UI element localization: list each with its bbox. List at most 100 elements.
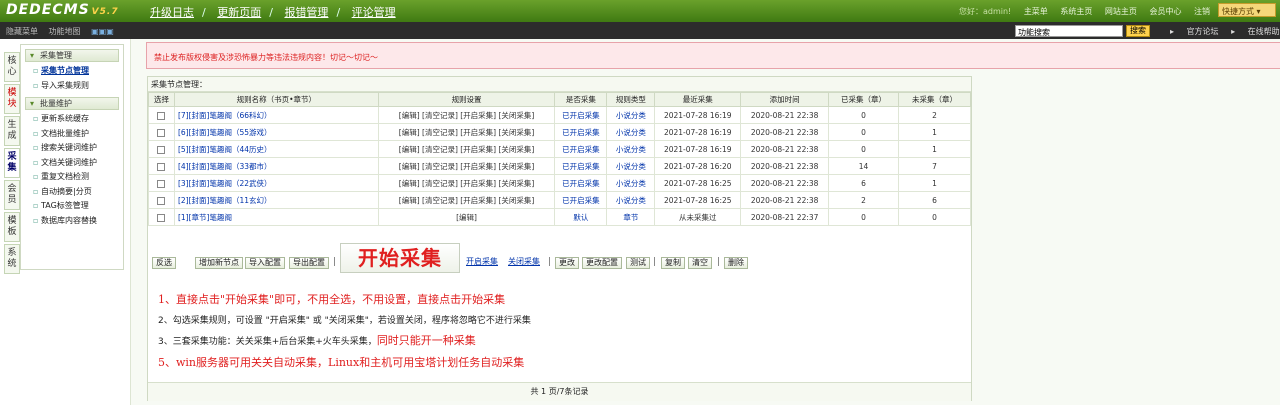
menu-group-collect[interactable]: 采集管理	[25, 49, 119, 62]
collected-count: 0	[828, 106, 899, 124]
link-site-home[interactable]: 网站主页	[1105, 7, 1137, 16]
add-node-button[interactable]: 增加新节点	[195, 257, 243, 269]
row-checkbox[interactable]	[148, 191, 175, 209]
function-search-input[interactable]: 功能搜索	[1015, 25, 1123, 37]
invert-select-button[interactable]: 反选	[152, 257, 176, 269]
side-menu: 采集管理 采集节点管理 导入采集规则 批量维护 更新系统缓存 文档批量维护 搜索…	[20, 44, 124, 270]
action-bar: 反选 增加新节点 导入配置 导出配置 | 开始采集 开启采集 关闭采集 | 更改…	[150, 243, 970, 273]
hide-menu-button[interactable]: 隐藏菜单	[6, 27, 38, 36]
table-row[interactable]: [7][封面]笔趣阁（66科幻） [编辑] [清空记录] [开启采集] [关闭采集…	[148, 106, 971, 124]
row-checkbox[interactable]	[148, 208, 175, 226]
enable-collect-button[interactable]: 开启采集	[463, 257, 501, 269]
row-checkbox-box[interactable]	[157, 162, 166, 171]
row-checkbox-box[interactable]	[157, 213, 166, 222]
rule-name-link[interactable]: [2][封面]笔趣阁（11玄幻）	[173, 191, 379, 209]
nav-comment-manage[interactable]: 评论管理	[352, 6, 396, 19]
divider: |	[333, 257, 337, 267]
nav-upgrade-log[interactable]: 升级日志	[150, 6, 194, 19]
online-help-link[interactable]: ▸ 在线帮助	[1231, 27, 1280, 36]
added-time: 2020-08-21 22:37	[740, 208, 830, 226]
menu-item-update-cache[interactable]: 更新系统缓存	[21, 112, 123, 127]
menu-item-duplicate-check[interactable]: 重复文档检测	[21, 170, 123, 185]
table-row[interactable]: [1][章节]笔趣阁 [编辑] 默认 章节 从未采集过 2020-08-21 22:37 0…	[148, 208, 971, 226]
link-main-menu[interactable]: 主菜单	[1024, 7, 1048, 16]
start-collect-button[interactable]: 开始采集	[340, 243, 460, 273]
test-button[interactable]: 测试	[626, 257, 650, 269]
link-logout[interactable]: 注销	[1194, 7, 1210, 16]
modify-config-button[interactable]: 更改配置	[582, 257, 622, 269]
layout-icons[interactable]: ▣▣▣	[91, 27, 114, 36]
rule-setting-links[interactable]: [编辑] [清空记录] [开启采集] [关闭采集]	[377, 123, 556, 141]
rule-setting-links[interactable]: [编辑] [清空记录] [开启采集] [关闭采集]	[377, 191, 556, 209]
modify-button[interactable]: 更改	[555, 257, 579, 269]
import-config-button[interactable]: 导入配置	[245, 257, 285, 269]
tab-template[interactable]: 模板	[4, 212, 20, 242]
tab-collect[interactable]: 采集	[4, 148, 20, 178]
tab-member[interactable]: 会员	[4, 180, 20, 210]
menu-item-search-keyword[interactable]: 搜索关键词维护	[21, 141, 123, 156]
collect-status: 已开启采集	[554, 157, 608, 175]
export-config-button[interactable]: 导出配置	[289, 257, 329, 269]
rule-setting-links[interactable]: [编辑] [清空记录] [开启采集] [关闭采集]	[377, 157, 556, 175]
row-checkbox-box[interactable]	[157, 111, 166, 120]
row-checkbox[interactable]	[148, 140, 175, 158]
tab-module[interactable]: 模块	[4, 84, 20, 114]
clear-button[interactable]: 清空	[688, 257, 712, 269]
link-system-home[interactable]: 系统主页	[1060, 7, 1092, 16]
row-checkbox-box[interactable]	[157, 196, 166, 205]
table-row[interactable]: [6][封面]笔趣阁（55游戏） [编辑] [清空记录] [开启采集] [关闭采集…	[148, 123, 971, 141]
divider: |	[653, 257, 657, 267]
table-row[interactable]: [5][封面]笔趣阁（44历史） [编辑] [清空记录] [开启采集] [关闭采集…	[148, 140, 971, 158]
menu-item-doc-batch[interactable]: 文档批量维护	[21, 127, 123, 142]
menu-item-tag-manage[interactable]: TAG标签管理	[21, 199, 123, 214]
rule-setting-links[interactable]: [编辑]	[377, 208, 556, 226]
collected-count: 0	[828, 123, 899, 141]
rule-name-link[interactable]: [4][封面]笔趣阁（33都市）	[173, 157, 379, 175]
link-member-center[interactable]: 会员中心	[1149, 7, 1181, 16]
rule-name-link[interactable]: [1][章节]笔趣阁	[173, 208, 379, 226]
added-time: 2020-08-21 22:38	[740, 123, 830, 141]
delete-button[interactable]: 删除	[724, 257, 748, 269]
official-forum-link[interactable]: ▸ 官方论坛	[1170, 27, 1219, 36]
col-done: 已采集（章）	[828, 92, 899, 107]
row-checkbox[interactable]	[148, 174, 175, 192]
tab-system[interactable]: 系统	[4, 244, 20, 274]
collect-status: 默认	[554, 208, 608, 226]
divider: |	[717, 257, 721, 267]
copy-button[interactable]: 复制	[661, 257, 685, 269]
rule-name-link[interactable]: [5][封面]笔趣阁（44历史）	[173, 140, 379, 158]
nav-error-manage[interactable]: 报错管理	[284, 6, 328, 19]
table-row[interactable]: [2][封面]笔趣阁（11玄幻） [编辑] [清空记录] [开启采集] [关闭采集…	[148, 191, 971, 209]
site-map-button[interactable]: 功能地图	[49, 27, 81, 36]
menu-item-node-manage[interactable]: 采集节点管理	[21, 64, 123, 79]
menu-item-db-replace[interactable]: 数据库内容替换	[21, 214, 123, 229]
secondary-bar: 隐藏菜单 功能地图 ▣▣▣ 功能搜索 搜索 ▸ 官方论坛 ▸ 在线帮助	[0, 22, 1280, 39]
nav-update-page[interactable]: 更新页面	[217, 6, 261, 19]
menu-item-auto-summary[interactable]: 自动摘要|分页	[21, 185, 123, 200]
row-checkbox-box[interactable]	[157, 128, 166, 137]
menu-item-import-rule[interactable]: 导入采集规则	[21, 79, 123, 94]
tab-core[interactable]: 核心	[4, 52, 20, 82]
rule-name-link[interactable]: [3][封面]笔趣阁（22武侠）	[173, 174, 379, 192]
table-row[interactable]: [4][封面]笔趣阁（33都市） [编辑] [清空记录] [开启采集] [关闭采集…	[148, 157, 971, 175]
rule-setting-links[interactable]: [编辑] [清空记录] [开启采集] [关闭采集]	[377, 106, 556, 124]
rule-name-link[interactable]: [7][封面]笔趣阁（66科幻）	[173, 106, 379, 124]
row-checkbox[interactable]	[148, 157, 175, 175]
row-checkbox[interactable]	[148, 123, 175, 141]
menu-item-doc-keyword[interactable]: 文档关键词维护	[21, 156, 123, 171]
row-checkbox-box[interactable]	[157, 179, 166, 188]
menu-group-batch[interactable]: 批量维护	[25, 97, 119, 110]
function-search-button[interactable]: 搜索	[1126, 25, 1150, 37]
collected-count: 0	[828, 140, 899, 158]
disable-collect-button[interactable]: 关闭采集	[505, 257, 543, 269]
last-collect-time: 2021-07-28 16:25	[654, 174, 742, 192]
rule-setting-links[interactable]: [编辑] [清空记录] [开启采集] [关闭采集]	[377, 174, 556, 192]
row-checkbox[interactable]	[148, 106, 175, 124]
row-checkbox-box[interactable]	[157, 145, 166, 154]
table-row[interactable]: [3][封面]笔趣阁（22武侠） [编辑] [清空记录] [开启采集] [关闭采集…	[148, 174, 971, 192]
tab-generate[interactable]: 生成	[4, 116, 20, 146]
note-1: 1、直接点击"开始采集"即可，不用全选，不用设置，直接点击开始采集	[158, 293, 506, 306]
rule-name-link[interactable]: [6][封面]笔趣阁（55游戏）	[173, 123, 379, 141]
quick-shortcut-button[interactable]: 快捷方式 ▾	[1218, 3, 1276, 17]
rule-setting-links[interactable]: [编辑] [清空记录] [开启采集] [关闭采集]	[377, 140, 556, 158]
